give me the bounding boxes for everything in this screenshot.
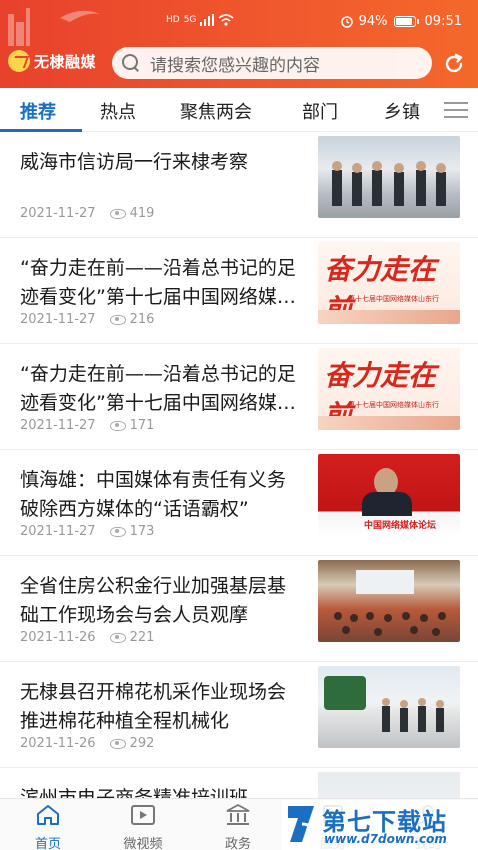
news-thumbnail: 中国网络媒体论坛 — [318, 454, 460, 536]
news-thumbnail — [318, 772, 460, 798]
forum-banner: 中国网络媒体论坛 — [364, 521, 437, 531]
news-item[interactable]: 无棣县召开棉花机采作业现场会 推进棉花种植全程机械化 2021-11-26 29… — [0, 662, 478, 768]
video-icon — [131, 805, 155, 825]
hd-label: HD — [166, 14, 180, 25]
news-date: 2021-11-27 — [20, 312, 96, 327]
tab-towns[interactable]: 乡镇 — [384, 98, 420, 124]
views-icon — [109, 526, 126, 537]
nav-video[interactable]: 微视频 — [103, 803, 183, 850]
news-meta: 2021-11-27 173 — [20, 524, 154, 539]
status-bar: HD 5G 94% 09:51 — [0, 0, 478, 46]
nav-government[interactable]: 政务 — [198, 803, 278, 850]
channel-tabs: 推荐 热点 聚焦两会 部门 乡镇 — [0, 88, 478, 132]
poster-strip — [318, 416, 460, 430]
network-type-label: 5G — [183, 14, 197, 25]
watermark-url: www.d7down.com — [324, 832, 447, 846]
logo-icon — [8, 50, 30, 72]
news-meta: 2021-11-27 216 — [20, 312, 154, 327]
news-title: “奋力走在前——沿着总书记的足迹看变化”第十七届中国网络媒体山东行 — [20, 363, 296, 414]
network-indicators: HD 5G — [166, 14, 234, 26]
tab-two-sessions[interactable]: 聚焦两会 — [180, 98, 252, 124]
news-views: 216 — [129, 312, 155, 327]
news-views: 292 — [129, 736, 155, 751]
news-thumbnail — [318, 136, 460, 218]
speaker-body — [362, 492, 412, 516]
news-item[interactable]: 威海市信访局一行来棣考察 2021-11-27 419 — [0, 132, 478, 238]
tab-hot[interactable]: 热点 — [100, 98, 136, 124]
news-views: 173 — [129, 524, 155, 539]
poster-subtitle: 第十七届中国网络媒体山东行 — [348, 401, 439, 409]
tab-departments[interactable]: 部门 — [302, 98, 338, 124]
views-icon — [109, 208, 126, 219]
news-title: 慎海雄：中国媒体有责任有义务破除西方媒体的“话语霸权” — [20, 469, 287, 520]
news-date: 2021-11-27 — [20, 418, 96, 433]
brand-logo[interactable]: 无棣融媒 — [8, 50, 96, 72]
news-title: 全省住房公积金行业加强基层基础工作现场会与会人员观摩 — [20, 575, 287, 626]
news-views: 419 — [129, 206, 155, 221]
views-icon — [109, 632, 126, 643]
news-title: 威海市信访局一行来棣考察 — [20, 151, 249, 173]
brand-name: 无棣融媒 — [34, 52, 97, 71]
news-title: 滨州市电子商务精准培训班 — [20, 787, 249, 798]
nav-government-label: 政务 — [224, 837, 251, 850]
government-icon — [226, 803, 250, 825]
clock: 09:51 — [424, 14, 462, 29]
watermark-logo-icon — [288, 806, 314, 842]
poster-subtitle: 第十七届中国网络媒体山东行 — [348, 295, 439, 303]
news-thumbnail — [318, 560, 460, 642]
wifi-icon — [218, 14, 234, 26]
news-title: “奋力走在前——沿着总书记的足迹看变化”第十七届中国网络媒体山东行 — [20, 257, 296, 308]
search-placeholder: 请搜索您感兴趣的内容 — [150, 55, 320, 76]
home-icon — [37, 805, 59, 825]
news-date: 2021-11-27 — [20, 206, 96, 221]
battery-icon — [393, 16, 416, 27]
search-input[interactable]: 请搜索您感兴趣的内容 — [112, 47, 432, 79]
news-item[interactable]: 全省住房公积金行业加强基层基础工作现场会与会人员观摩 2021-11-26 22… — [0, 556, 478, 662]
news-feed[interactable]: 威海市信访局一行来棣考察 2021-11-27 419 “奋力走在前——沿着总书… — [0, 132, 478, 798]
news-views: 171 — [129, 418, 155, 433]
news-meta: 2021-11-26 292 — [20, 736, 154, 751]
news-title: 无棣县召开棉花机采作业现场会 推进棉花种植全程机械化 — [20, 681, 287, 732]
tab-recommend[interactable]: 推荐 — [20, 98, 56, 124]
refresh-icon[interactable] — [442, 52, 466, 76]
search-icon — [122, 54, 140, 72]
news-views: 221 — [129, 630, 155, 645]
news-item[interactable]: 滨州市电子商务精准培训班 — [0, 768, 478, 798]
nav-home[interactable]: 首页 — [8, 803, 88, 850]
news-thumbnail — [318, 666, 460, 748]
poster-strip — [318, 310, 460, 324]
battery-percent: 94% — [358, 14, 388, 29]
news-meta: 2021-11-26 221 — [20, 630, 154, 645]
views-icon — [109, 738, 126, 749]
news-item[interactable]: 慎海雄：中国媒体有责任有义务破除西方媒体的“话语霸权” 2021-11-27 1… — [0, 450, 478, 556]
battery-tip — [416, 19, 419, 24]
news-thumbnail: 奋力走在前 第十七届中国网络媒体山东行 — [318, 242, 460, 324]
news-date: 2021-11-27 — [20, 524, 96, 539]
news-date: 2021-11-26 — [20, 630, 96, 645]
news-date: 2021-11-26 — [20, 736, 96, 751]
news-meta: 2021-11-27 419 — [20, 206, 154, 221]
watermark: 第七下载站 www.d7down.com — [282, 800, 478, 850]
news-meta: 2021-11-27 171 — [20, 418, 154, 433]
views-icon — [109, 314, 126, 325]
news-item[interactable]: “奋力走在前——沿着总书记的足迹看变化”第十七届中国网络媒体山东行 2021-1… — [0, 238, 478, 344]
news-thumbnail: 奋力走在前 第十七届中国网络媒体山东行 — [318, 348, 460, 430]
news-item[interactable]: “奋力走在前——沿着总书记的足迹看变化”第十七届中国网络媒体山东行 2021-1… — [0, 344, 478, 450]
nav-video-label: 微视频 — [123, 837, 163, 850]
status-right-group: 94% 09:51 — [340, 14, 462, 29]
alarm-icon — [340, 15, 353, 28]
menu-icon[interactable] — [444, 102, 468, 118]
app-header: HD 5G 94% 09:51 无棣融媒 请搜索您感兴趣的内容 — [0, 0, 478, 88]
nav-home-label: 首页 — [34, 837, 61, 850]
signal-icon — [200, 14, 215, 26]
views-icon — [109, 420, 126, 431]
